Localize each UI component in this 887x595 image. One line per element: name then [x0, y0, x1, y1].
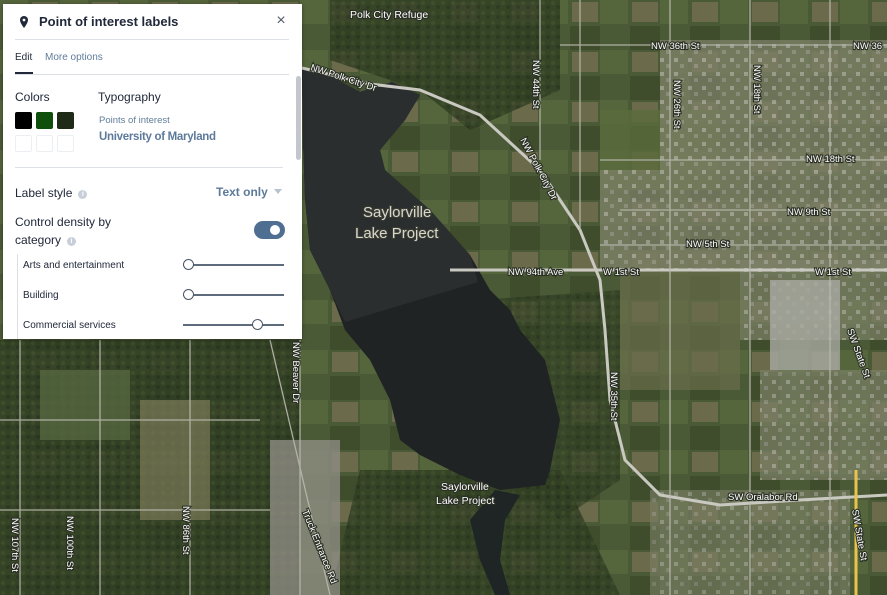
slider-track: [183, 324, 284, 326]
map-label-nw-9th-st: NW 9th St: [787, 207, 831, 218]
map-label-nw-18th-st-vertical: NW 18th St: [751, 65, 762, 114]
category-label-commercial: Commercial services: [23, 320, 116, 331]
map-label-sw-oralabor-rd: SW Oralabor Rd: [728, 492, 798, 503]
map-label-nw-94th-ave: NW 94th Ave: [508, 267, 563, 278]
color-swatch-3[interactable]: [57, 112, 74, 129]
slider-building[interactable]: [183, 289, 284, 301]
label-style-label: Label style: [15, 186, 73, 200]
map-label-nw-5th-st: NW 5th St: [686, 239, 730, 250]
map-label-w-1st-st: W 1st St: [603, 267, 639, 278]
map-label-nw-26th-st: NW 26th St: [671, 80, 682, 129]
slider-commercial-services[interactable]: [183, 319, 284, 331]
toggle-knob: [270, 225, 280, 235]
section-divider: [15, 167, 283, 168]
label-style-row: Label style i: [15, 186, 88, 200]
map-label-nw-107th-st: NW 107th St: [9, 518, 20, 572]
color-swatch-5[interactable]: [36, 135, 53, 152]
info-icon[interactable]: i: [67, 237, 77, 246]
map-label-nw-18th-st: NW 18th St: [806, 154, 855, 165]
label-style-value: Text only: [216, 185, 268, 199]
density-label: Control density by category i: [15, 213, 111, 249]
typography-heading: Typography: [98, 90, 161, 104]
chevron-down-icon: [273, 189, 282, 194]
map-label-nw-100th-st: NW 100th St: [64, 516, 75, 570]
slider-track: [183, 264, 284, 266]
slider-knob[interactable]: [183, 259, 194, 270]
map-label-saylorville-lake: Saylorville: [363, 204, 431, 221]
map-label-nw-36th-st-2: NW 36: [853, 41, 882, 52]
map-label-saylorville-small-2: Lake Project: [436, 495, 494, 507]
tab-edit[interactable]: Edit: [15, 52, 32, 63]
map-label-w-1st-st-2: W 1st St: [815, 267, 851, 278]
scrollbar[interactable]: [296, 76, 301, 160]
tab-more-options[interactable]: More options: [45, 52, 103, 63]
poi-labels-panel: Point of interest labels × Edit More opt…: [3, 4, 302, 339]
category-label-building: Building: [23, 290, 59, 301]
map-label-nw-86th-st: NW 86th St: [180, 506, 191, 555]
map-label-nw-35th-st: NW 35th St: [608, 372, 619, 421]
color-swatch-6[interactable]: [57, 135, 74, 152]
label-style-dropdown[interactable]: Text only: [216, 185, 282, 199]
density-toggle[interactable]: [254, 221, 285, 239]
slider-knob[interactable]: [183, 289, 194, 300]
map-label-saylorville-lake-2: Lake Project: [355, 225, 439, 242]
map-label-polk-city-refuge: Polk City Refuge: [350, 9, 428, 21]
map-label-nw-44th-st: NW 44th St: [530, 60, 541, 109]
info-icon[interactable]: i: [78, 190, 88, 199]
panel-header: Point of interest labels ×: [3, 4, 302, 40]
map-pin-icon: [20, 16, 28, 28]
tabs-divider: [15, 74, 289, 75]
density-label-line2: category: [15, 233, 62, 247]
color-swatch-1[interactable]: [15, 112, 32, 129]
slider-arts-and-entertainment[interactable]: [183, 259, 284, 271]
color-swatch-4[interactable]: [15, 135, 32, 152]
panel-title: Point of interest labels: [39, 14, 179, 29]
slider-track: [183, 294, 284, 296]
header-divider: [15, 39, 289, 40]
category-rail: [17, 254, 18, 339]
density-label-line1: Control density by: [15, 215, 112, 229]
colors-heading: Colors: [15, 90, 50, 104]
category-label-arts: Arts and entertainment: [23, 260, 125, 271]
typography-preview-large[interactable]: University of Maryland: [99, 131, 216, 143]
typography-preview-small[interactable]: Points of interest: [99, 115, 170, 126]
color-swatch-2[interactable]: [36, 112, 53, 129]
map-label-saylorville-small: Saylorville: [441, 481, 489, 493]
map-label-nw-36th-st: NW 36th St: [651, 41, 700, 52]
close-icon[interactable]: ×: [273, 12, 289, 30]
slider-knob[interactable]: [252, 319, 264, 330]
map-label-nw-beaver-dr: NW Beaver Dr: [290, 342, 301, 403]
